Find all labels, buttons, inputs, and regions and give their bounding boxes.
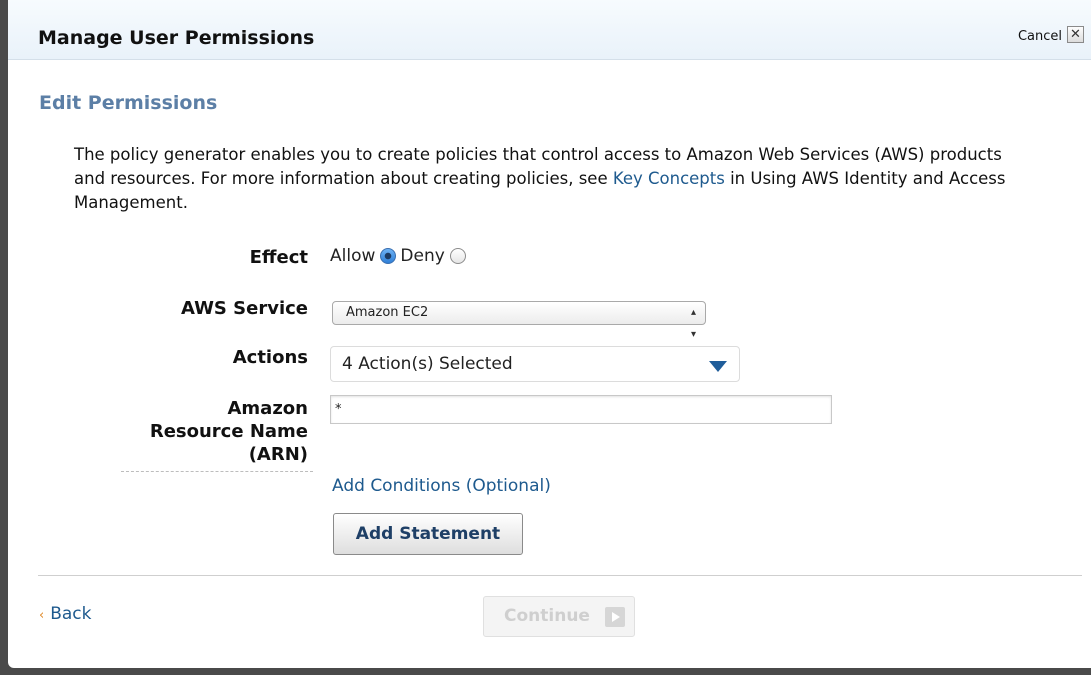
arn-dotted-underline	[121, 471, 313, 472]
arn-label-line3: (ARN)	[248, 444, 308, 465]
deny-radio[interactable]	[449, 248, 466, 264]
select-arrows-icon: ▴ ▾	[690, 307, 696, 340]
actions-dropdown[interactable]: 4 Action(s) Selected	[330, 346, 740, 382]
aws-service-select[interactable]: Amazon EC2 ▴ ▾	[332, 301, 706, 340]
allow-radio[interactable]	[380, 248, 397, 264]
play-arrow-icon	[605, 607, 625, 627]
effect-radio-group: Allow Deny	[330, 246, 470, 266]
section-heading: Edit Permissions	[39, 92, 218, 114]
aws-service-label: AWS Service	[180, 298, 308, 319]
deny-label: Deny	[400, 246, 445, 266]
continue-button[interactable]: Continue	[483, 596, 635, 637]
arn-input[interactable]	[330, 395, 832, 424]
actions-label: Actions	[232, 347, 308, 368]
key-concepts-link[interactable]: Key Concepts	[613, 169, 725, 188]
cancel-link[interactable]: Cancel	[1018, 29, 1062, 44]
dialog-title: Manage User Permissions	[38, 27, 315, 49]
allow-label: Allow	[330, 246, 376, 266]
description-text: The policy generator enables you to crea…	[74, 143, 1034, 215]
back-chevron-icon: ‹	[39, 608, 45, 623]
arn-label-line1: Amazon	[227, 398, 309, 419]
arn-label: Amazon Resource Name (ARN)	[150, 397, 308, 466]
close-icon[interactable]: ✕	[1067, 26, 1084, 43]
footer-divider	[38, 575, 1082, 576]
effect-label: Effect	[249, 247, 308, 268]
back-link[interactable]: ‹ Back	[39, 604, 91, 624]
dialog-titlebar: Manage User Permissions Cancel ✕	[8, 0, 1091, 60]
dropdown-triangle-icon	[709, 361, 727, 372]
arn-label-line2: Resource Name	[149, 421, 308, 442]
actions-value: 4 Action(s) Selected	[342, 354, 513, 374]
back-label: Back	[50, 604, 92, 624]
aws-service-value: Amazon EC2	[346, 305, 429, 320]
add-statement-button[interactable]: Add Statement	[333, 513, 523, 555]
continue-label: Continue	[504, 606, 590, 626]
manage-permissions-dialog: Manage User Permissions Cancel ✕ Edit Pe…	[8, 0, 1091, 668]
add-conditions-link[interactable]: Add Conditions (Optional)	[332, 476, 551, 496]
